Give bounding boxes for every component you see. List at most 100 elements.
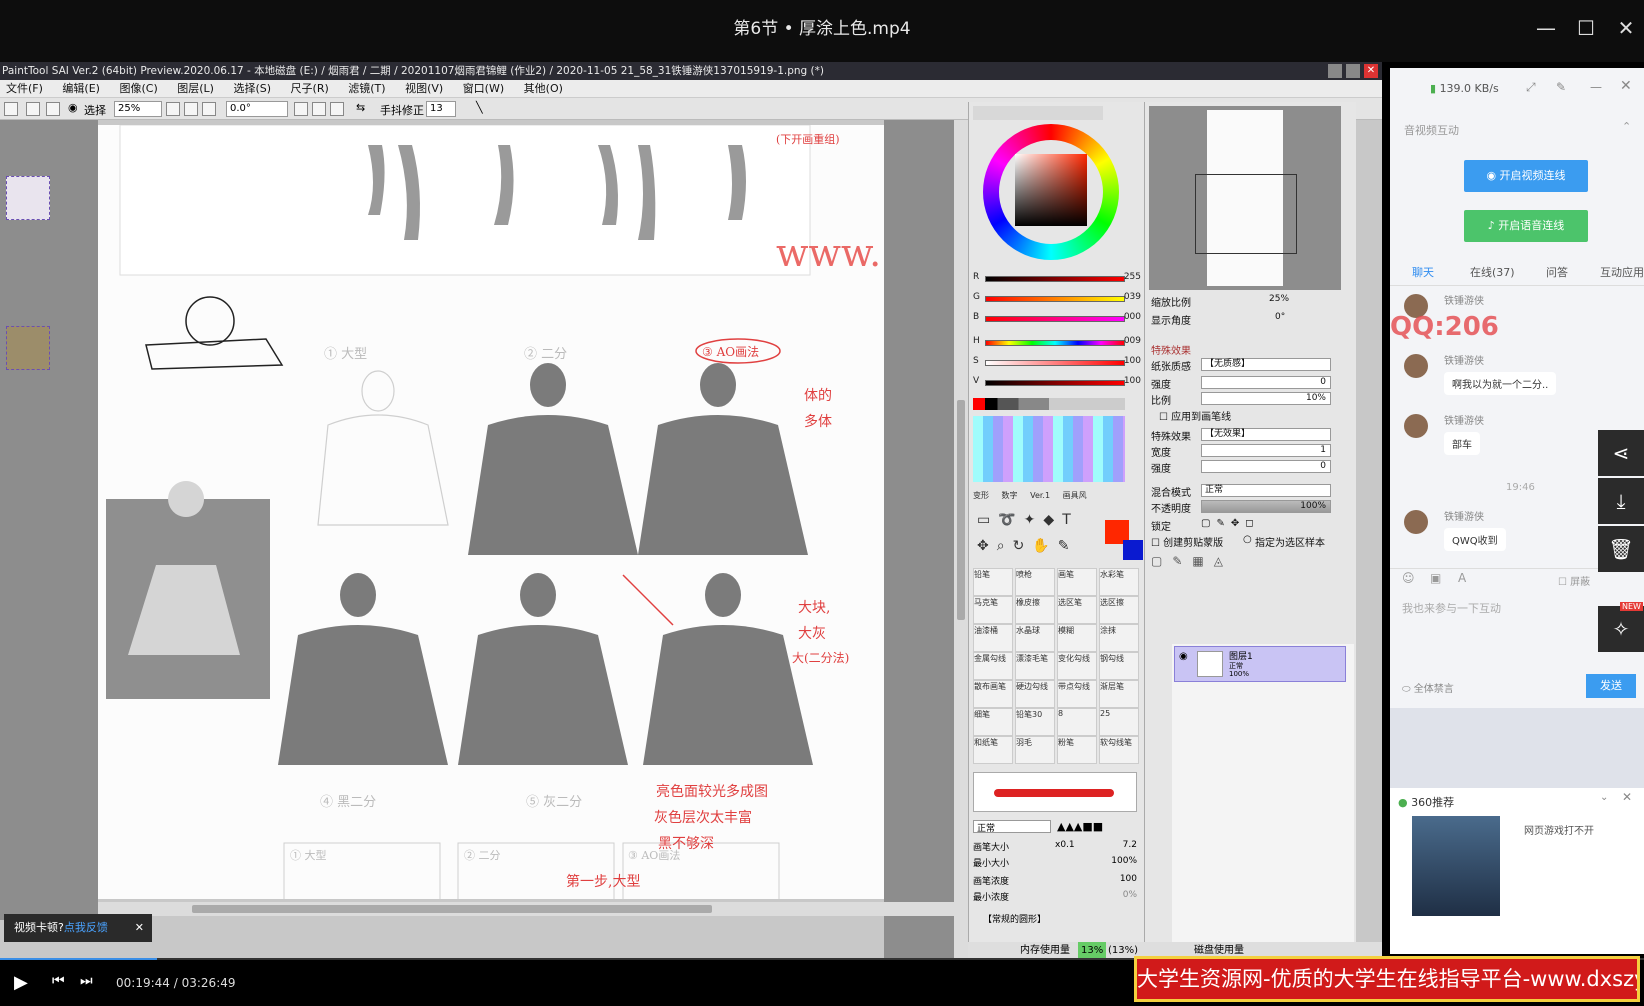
font-icon[interactable]: A bbox=[1458, 571, 1466, 585]
chat-close-icon[interactable]: ✕ bbox=[1620, 78, 1632, 94]
canvas-horizontal-thumb[interactable] bbox=[192, 905, 712, 913]
strength2-field[interactable]: 0 bbox=[1201, 460, 1331, 473]
brush-slot[interactable]: 变化勾线 bbox=[1057, 652, 1097, 680]
slider-v-track[interactable] bbox=[985, 380, 1125, 386]
brush-tip-shapes[interactable]: ▲▲▲■■ bbox=[1057, 820, 1103, 833]
slider-h[interactable]: H 009 bbox=[973, 336, 1141, 350]
menu-ruler[interactable]: 尺子(R) bbox=[285, 80, 339, 98]
menu-layer[interactable]: 图层(L) bbox=[171, 80, 224, 98]
apply-to-lines-checkbox[interactable]: ☐ 应用到画笔线 bbox=[1159, 408, 1231, 423]
sai-maximize-icon[interactable] bbox=[1346, 64, 1360, 78]
feedback-link[interactable]: 点我反馈 bbox=[64, 921, 108, 934]
play-icon[interactable]: ▶ bbox=[14, 972, 28, 993]
rotate-left-icon[interactable] bbox=[294, 102, 308, 116]
menu-window[interactable]: 窗口(W) bbox=[457, 80, 514, 98]
slider-b-track[interactable] bbox=[985, 316, 1125, 322]
emoji-icon[interactable]: ☺ bbox=[1402, 571, 1415, 585]
line-icon[interactable]: ╲ bbox=[476, 101, 483, 114]
menu-edit[interactable]: 编辑(E) bbox=[56, 80, 110, 98]
maximize-icon[interactable]: ☐ bbox=[1568, 10, 1604, 46]
min-size-value[interactable]: 100% bbox=[1111, 856, 1137, 866]
brush-slot[interactable]: 渐层笔 bbox=[1099, 680, 1139, 708]
special-effects-header[interactable]: 特殊效果 bbox=[1151, 342, 1191, 357]
shape-icon[interactable]: ◆ bbox=[1043, 512, 1062, 528]
pin-icon[interactable]: ✎ bbox=[1556, 80, 1566, 94]
ad-image[interactable] bbox=[1412, 816, 1500, 916]
sai-minimize-icon[interactable] bbox=[1328, 64, 1342, 78]
angle-field[interactable]: 0.0° bbox=[226, 101, 288, 117]
previous-icon[interactable]: ⏮ bbox=[52, 973, 65, 989]
brush-slot[interactable]: 模糊 bbox=[1057, 624, 1097, 652]
slider-h-track[interactable] bbox=[985, 340, 1125, 346]
layer-visibility-icon[interactable]: ◉ bbox=[1179, 651, 1188, 662]
effect-dropdown[interactable]: 【无效果】 bbox=[1201, 428, 1331, 441]
next-icon[interactable]: ⏭ bbox=[80, 973, 93, 989]
collapse-icon[interactable]: ⌃ bbox=[1622, 120, 1631, 133]
zoom-field[interactable]: 25% bbox=[114, 101, 162, 117]
menu-view[interactable]: 视图(V) bbox=[399, 80, 453, 98]
zoom-in-icon[interactable] bbox=[184, 102, 198, 116]
menu-other[interactable]: 其他(O) bbox=[518, 80, 573, 98]
tab-apps[interactable]: 互动应用 bbox=[1600, 264, 1644, 280]
clip-checkbox[interactable]: ☐ bbox=[1151, 538, 1163, 549]
block-checkbox[interactable]: ☐ 屏蔽 bbox=[1558, 573, 1590, 588]
menu-select[interactable]: 选择(S) bbox=[227, 80, 281, 98]
slider-s[interactable]: S 100 bbox=[973, 356, 1141, 370]
download-icon[interactable]: ⤓ bbox=[1598, 478, 1644, 524]
flip-icon[interactable]: ⇆ bbox=[356, 101, 365, 114]
brush-slot[interactable]: 铅笔 bbox=[973, 568, 1013, 596]
expand-icon[interactable]: ⤢ bbox=[1526, 80, 1536, 95]
layer-action-icons[interactable]: ▢✎▦◬ bbox=[1151, 554, 1233, 568]
brush-slot[interactable]: 带点勾线 bbox=[1057, 680, 1097, 708]
video-connect-button[interactable]: ◉ 开启视频连线 bbox=[1464, 160, 1588, 192]
tool-tab-2[interactable]: 数字 bbox=[1002, 491, 1018, 500]
nav-zoom-value[interactable]: 25% bbox=[1269, 294, 1289, 304]
mute-all-toggle[interactable]: ⬭ 全体禁言 bbox=[1402, 680, 1454, 695]
brush-slot[interactable]: 涂抹 bbox=[1099, 624, 1139, 652]
stabilizer-field[interactable]: 13 bbox=[426, 101, 456, 117]
chat-input[interactable]: 我也来参与一下互动 bbox=[1402, 600, 1501, 616]
texture-dropdown[interactable]: 【无质感】 bbox=[1201, 358, 1331, 371]
brush-shape[interactable]: 【常规的圆形】 bbox=[983, 912, 1046, 925]
slider-r[interactable]: R 255 bbox=[973, 272, 1141, 286]
zoom-out-icon[interactable] bbox=[166, 102, 180, 116]
brush-slot[interactable]: 油漆桶 bbox=[973, 624, 1013, 652]
brush-slot[interactable]: 散布画笔 bbox=[973, 680, 1013, 708]
scale-field[interactable]: 10% bbox=[1201, 392, 1331, 405]
menu-image[interactable]: 图像(C) bbox=[113, 80, 167, 98]
zoom-reset-icon[interactable] bbox=[202, 102, 216, 116]
feedback-close-icon[interactable]: ✕ bbox=[135, 914, 144, 942]
brush-slot[interactable]: 水彩笔 bbox=[1099, 568, 1139, 596]
brush-slot[interactable]: 水晶球 bbox=[1015, 624, 1055, 652]
brush-slot[interactable]: 金属勾线 bbox=[973, 652, 1013, 680]
slider-g-track[interactable] bbox=[985, 296, 1125, 302]
tool-tab-1[interactable]: 变形 bbox=[973, 491, 989, 500]
reference-thumb-2[interactable] bbox=[6, 326, 50, 370]
brush-slot[interactable]: 25 bbox=[1099, 708, 1139, 736]
brush-slot[interactable]: 喷枪 bbox=[1015, 568, 1055, 596]
brush-slot[interactable]: 8 bbox=[1057, 708, 1097, 736]
menu-file[interactable]: 文件(F) bbox=[0, 80, 53, 98]
width-field[interactable]: 1 bbox=[1201, 444, 1331, 457]
sai-close-icon[interactable]: ✕ bbox=[1364, 64, 1378, 78]
brush-size-multiplier[interactable]: x0.1 bbox=[1055, 840, 1075, 850]
brush-slot[interactable]: 软勾线笔 bbox=[1099, 736, 1139, 764]
eyedropper-icon[interactable]: ✎ bbox=[1058, 538, 1078, 554]
delete-icon[interactable]: 🗑 bbox=[1598, 526, 1644, 572]
rotate-icon[interactable]: ↻ bbox=[1013, 538, 1033, 554]
ad-text[interactable]: 网页游戏打不开 bbox=[1524, 822, 1594, 837]
image-icon[interactable]: ▣ bbox=[1430, 571, 1441, 585]
drawing-canvas[interactable]: www. dxszyw. cn (下开画重组) ③ AO画法 体的 多体 大块,… bbox=[98, 125, 1098, 899]
lasso-icon[interactable]: ➰ bbox=[998, 512, 1023, 528]
open-icon[interactable] bbox=[46, 102, 60, 116]
brush-slot[interactable]: 铅笔30 bbox=[1015, 708, 1055, 736]
secondary-color-swatch[interactable] bbox=[1123, 540, 1143, 560]
brush-slot[interactable]: 粉笔 bbox=[1057, 736, 1097, 764]
brush-size-value[interactable]: 7.2 bbox=[1123, 840, 1137, 850]
share-icon[interactable]: ⋖ bbox=[1598, 430, 1644, 476]
tab-qa[interactable]: 问答 bbox=[1546, 264, 1568, 280]
close-icon[interactable]: ✕ bbox=[1608, 10, 1644, 46]
opacity-slider[interactable]: 100% bbox=[1201, 500, 1331, 513]
brush-slot[interactable]: 橡皮擦 bbox=[1015, 596, 1055, 624]
rotate-right-icon[interactable] bbox=[312, 102, 326, 116]
